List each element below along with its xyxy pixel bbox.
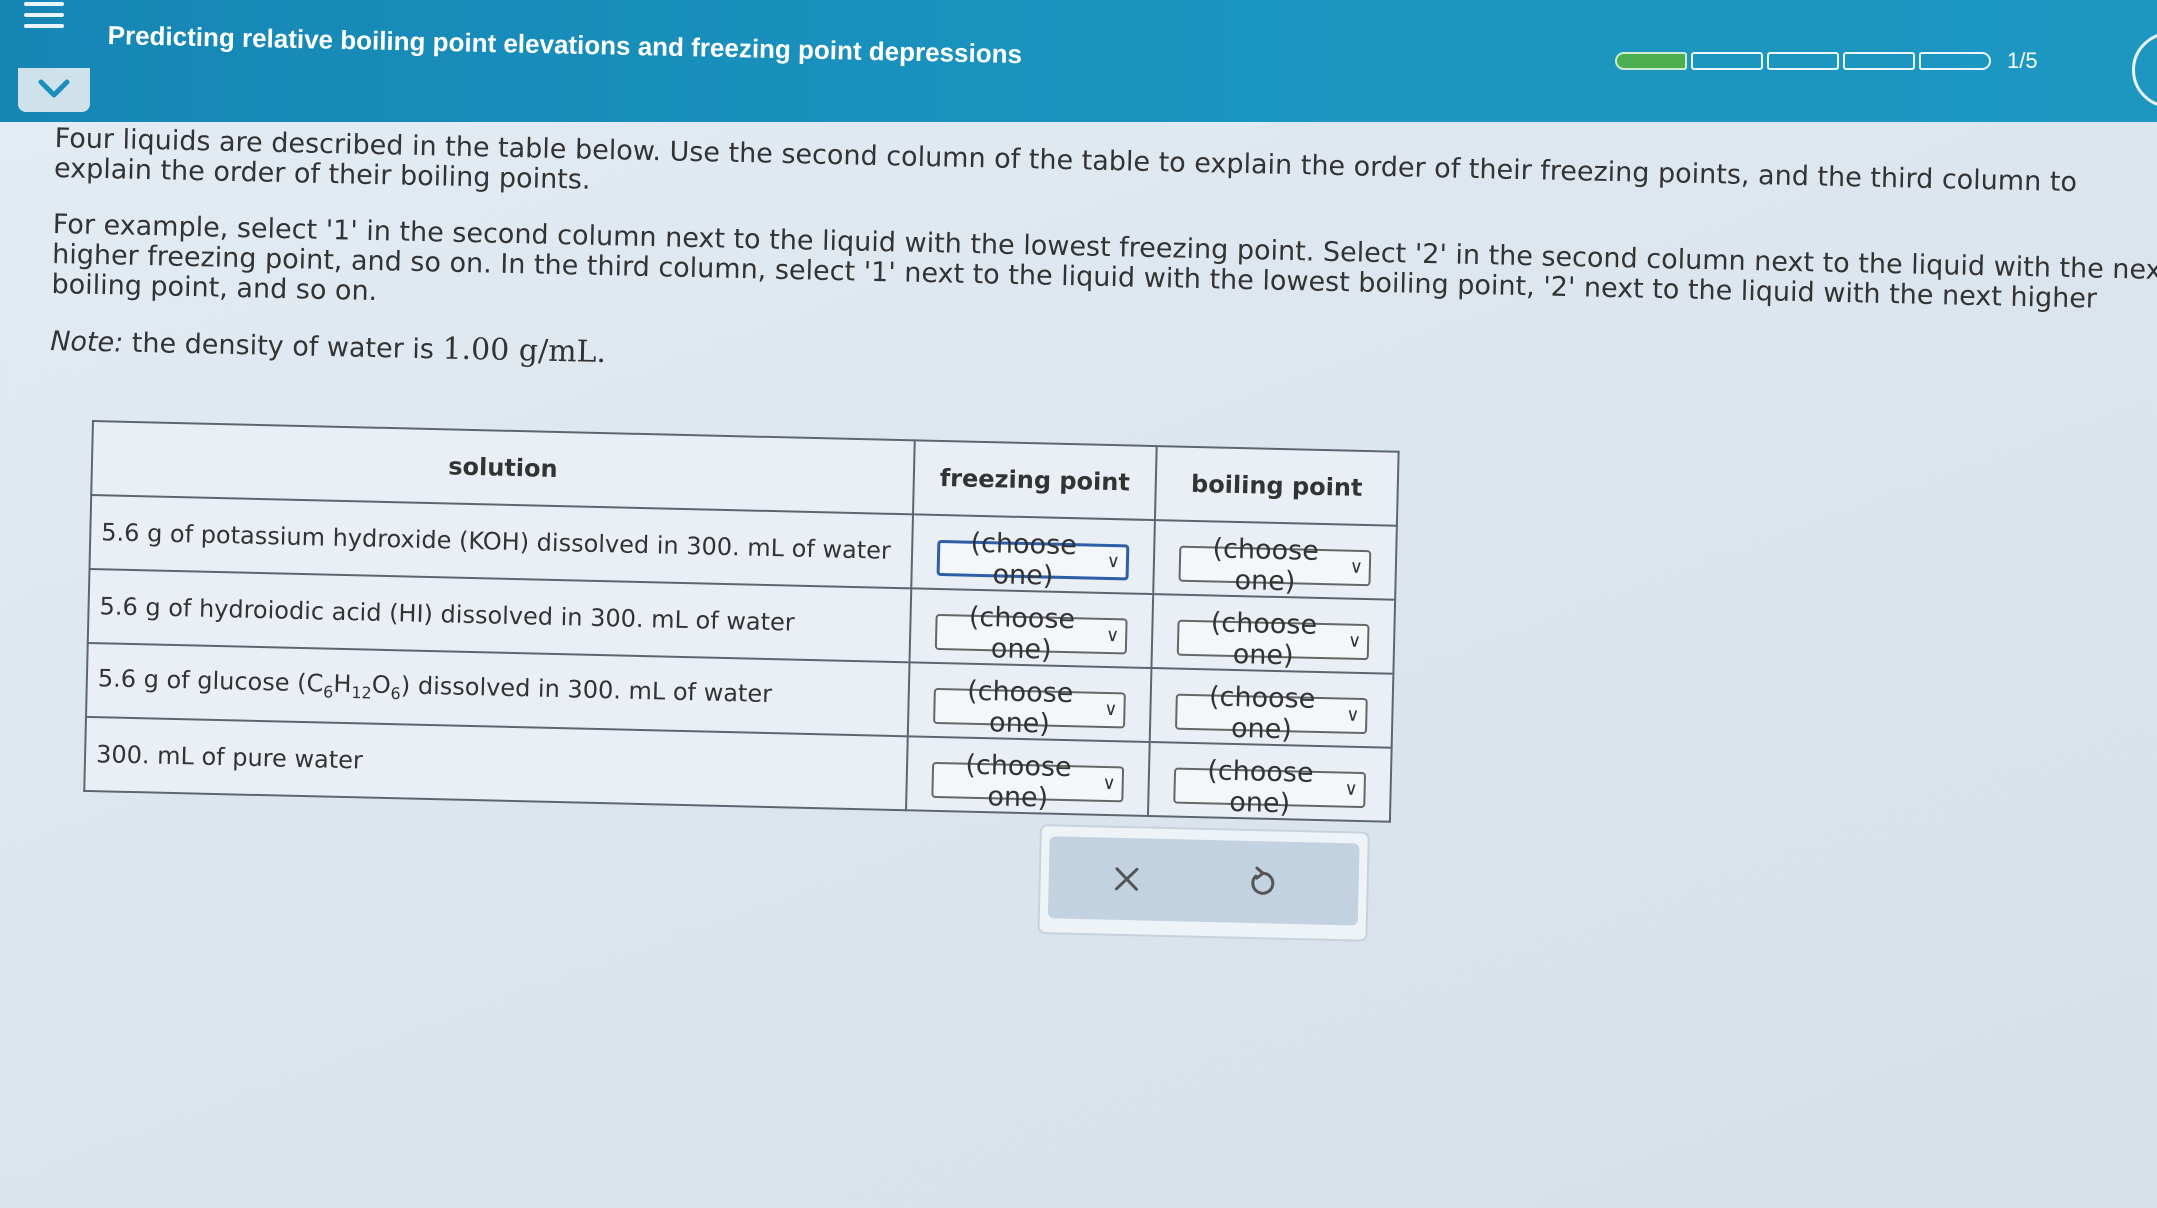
boiling-cell: (choose one) ∨ (1151, 594, 1396, 674)
clear-button[interactable] (1096, 853, 1157, 904)
select-value: (choose one) (1206, 754, 1314, 819)
solution-text: ) dissolved in 300. mL of water (400, 671, 773, 709)
chevron-down-icon: ∨ (1105, 624, 1120, 647)
undo-button[interactable] (1232, 857, 1293, 908)
progress-segment (1615, 52, 1687, 70)
boiling-cell: (choose one) ∨ (1153, 520, 1397, 600)
instructions-paragraph-2: For example, select '1' in the second co… (51, 208, 2157, 315)
note-value: 1.00 g/mL. (442, 331, 607, 371)
subscript: 12 (351, 683, 372, 703)
note-label: Note: (49, 325, 124, 359)
boiling-cell: (choose one) ∨ (1147, 742, 1392, 822)
boiling-cell: (choose one) ∨ (1149, 668, 1394, 748)
freezing-point-select-2[interactable]: (choose one) ∨ (934, 601, 1128, 665)
chevron-down-icon: ∨ (1344, 778, 1358, 800)
instructions: Four liquids are described in the table … (49, 123, 2157, 429)
select-value: (choose one) (965, 749, 1072, 814)
freezing-point-select-3[interactable]: (choose one) ∨ (933, 675, 1126, 739)
progress-bar: 1/5 (1615, 48, 2038, 74)
freezing-cell: (choose one) ∨ (909, 588, 1154, 669)
progress-label: 1/5 (2007, 48, 2038, 73)
menu-icon[interactable] (24, 2, 64, 34)
select-value: (choose one) (968, 601, 1076, 666)
header-freezing-point: freezing point (913, 440, 1157, 521)
chevron-down-icon: ∨ (1104, 698, 1118, 721)
freezing-cell: (choose one) ∨ (907, 662, 1152, 743)
action-panel (1037, 824, 1370, 942)
solution-text: 5.6 g of glucose (C (97, 664, 324, 698)
boiling-point-select-4[interactable]: (choose one) ∨ (1173, 755, 1367, 819)
collapse-tab[interactable] (18, 68, 90, 112)
undo-icon (1251, 866, 1275, 895)
boiling-point-select-1[interactable]: (choose one) ∨ (1178, 533, 1372, 597)
select-value: (choose one) (1210, 606, 1318, 671)
solution-text: H (333, 669, 352, 699)
select-value: (choose one) (970, 527, 1078, 592)
select-value: (choose one) (1212, 532, 1320, 597)
freezing-cell: (choose one) ∨ (911, 514, 1155, 595)
action-panel-inner (1047, 836, 1360, 926)
freezing-point-select-1[interactable]: (choose one) ∨ (936, 527, 1130, 591)
progress-segment (1919, 52, 1991, 70)
chevron-down-icon: ∨ (1106, 550, 1121, 573)
progress-segment (1843, 52, 1915, 70)
solutions-table: solution freezing point boiling point 5.… (83, 420, 1400, 823)
subscript: 6 (322, 682, 334, 702)
chevron-down-icon: ∨ (1349, 556, 1364, 578)
select-value: (choose one) (966, 675, 1074, 740)
boiling-point-select-2[interactable]: (choose one) ∨ (1176, 607, 1370, 671)
chevron-down-icon: ∨ (1102, 772, 1116, 795)
progress-segment (1691, 52, 1763, 70)
freezing-cell: (choose one) ∨ (906, 736, 1150, 816)
instructions-paragraph-1: Four liquids are described in the table … (53, 123, 2078, 199)
solution-text: O (371, 670, 392, 700)
close-icon (1114, 867, 1139, 891)
progress-segment (1767, 52, 1839, 70)
chevron-down-icon: ∨ (1347, 630, 1362, 652)
top-bar: Predicting relative boiling point elevat… (0, 0, 2157, 122)
note-text: the density of water is (122, 327, 443, 366)
subscript: 6 (390, 684, 401, 704)
boiling-point-select-3[interactable]: (choose one) ∨ (1175, 681, 1368, 745)
select-value: (choose one) (1208, 680, 1316, 745)
freezing-point-select-4[interactable]: (choose one) ∨ (931, 749, 1125, 813)
chevron-down-icon: ∨ (1345, 704, 1360, 726)
page-title: Predicting relative boiling point elevat… (107, 20, 1023, 70)
header-boiling-point: boiling point (1154, 446, 1399, 526)
help-button[interactable] (2132, 32, 2157, 108)
chevron-down-icon (38, 79, 70, 98)
